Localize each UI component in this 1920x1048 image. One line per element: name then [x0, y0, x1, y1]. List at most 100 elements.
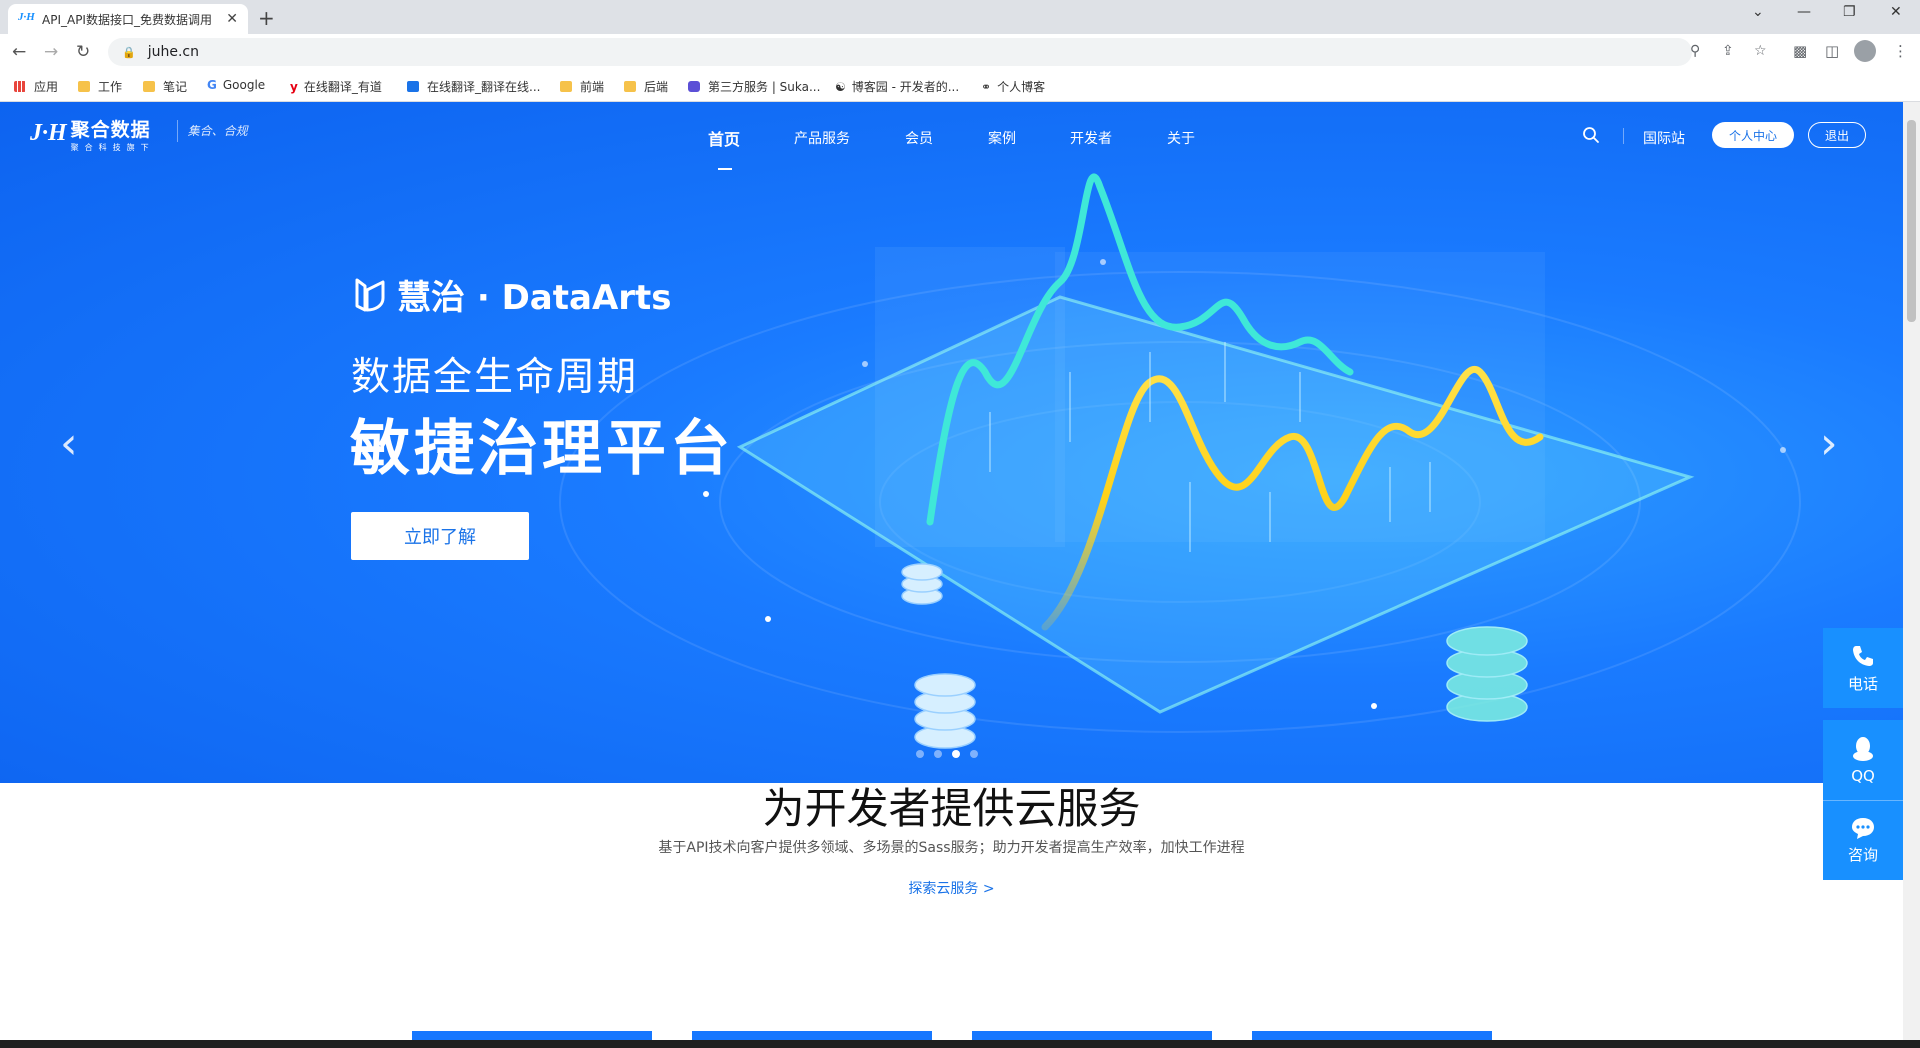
restore-button[interactable]: ❐: [1843, 4, 1856, 20]
explore-cloud-link[interactable]: 探索云服务 >: [0, 878, 1903, 898]
lock-icon[interactable]: 🔒: [122, 46, 136, 59]
share-icon[interactable]: ⇪: [1722, 43, 1734, 59]
bookmark-cnblogs[interactable]: ☯ 博客园 - 开发者的...: [835, 78, 959, 95]
carousel-next-icon[interactable]: ›: [1820, 418, 1838, 469]
browser-toolbar: ← → ↻ 🔒 juhe.cn ⚲ ⇪ ☆ ▩ ◫ ⋮: [0, 34, 1920, 70]
nav-active-indicator: [718, 168, 732, 170]
browser-tab[interactable]: J·H API_API数据接口_免费数据调用 ✕: [8, 4, 248, 34]
folder-icon: [78, 81, 90, 92]
nav-developers[interactable]: 开发者: [1070, 128, 1112, 148]
bookmark-translate[interactable]: 在线翻译_翻译在线...: [407, 78, 540, 95]
bookmarks-bar: 应用 工作 笔记 G Google y 在线翻译_有道 在线翻译_翻译在线...…: [0, 70, 1920, 102]
page-viewport: J·H 聚合数据 聚合科技旗下 集合、合规 首页 产品服务 会员 案例 开发者 …: [0, 102, 1920, 1040]
intl-site-link[interactable]: 国际站: [1643, 128, 1685, 148]
logo-name: 聚合数据: [70, 119, 151, 141]
side-panel-icon[interactable]: ◫: [1825, 42, 1839, 60]
tab-close-icon[interactable]: ✕: [226, 11, 238, 27]
os-taskbar: [0, 1040, 1920, 1048]
nav-cases[interactable]: 案例: [988, 128, 1016, 148]
site-header: J·H 聚合数据 聚合科技旗下 集合、合规 首页 产品服务 会员 案例 开发者 …: [0, 102, 1903, 170]
window-close-button[interactable]: ✕: [1890, 4, 1902, 20]
extensions-puzzle-icon[interactable]: ▩: [1793, 42, 1807, 60]
google-icon: G: [207, 78, 217, 92]
carousel-dot[interactable]: [952, 750, 960, 758]
bookmark-label: 笔记: [163, 80, 188, 94]
bookmark-label: 在线翻译_翻译在线...: [427, 80, 541, 94]
phone-icon: [1853, 645, 1873, 666]
bookmark-label: 后端: [644, 80, 669, 94]
nav-about[interactable]: 关于: [1167, 128, 1195, 148]
bookmark-label: 前端: [580, 80, 605, 94]
hero-illustration: [559, 173, 1801, 749]
apps-grid-icon: [14, 81, 26, 92]
hero-subtitle: 数据全生命周期: [351, 355, 639, 400]
nav-membership[interactable]: 会员: [905, 128, 933, 148]
site-logo[interactable]: J·H 聚合数据 聚合科技旗下 集合、合规: [30, 120, 248, 153]
float-phone[interactable]: 电话: [1823, 628, 1903, 708]
learn-more-button[interactable]: 立即了解: [351, 512, 529, 560]
bookmark-folder-backend[interactable]: 后端: [624, 78, 668, 95]
back-arrow-icon[interactable]: ←: [12, 42, 26, 62]
bookmark-label: 在线翻译_有道: [303, 80, 382, 94]
address-url: juhe.cn: [147, 44, 199, 60]
carousel-dot[interactable]: [916, 750, 924, 758]
logo-subtitle: 聚合科技旗下: [70, 143, 155, 152]
section-description: 基于API技术向客户提供多领域、多场景的Sass服务；助力开发者提高生产效率，加…: [658, 840, 1245, 856]
minimize-button[interactable]: —: [1797, 4, 1811, 20]
nav-products[interactable]: 产品服务: [794, 128, 850, 148]
bookmark-label: Google: [222, 78, 266, 92]
service-card[interactable]: [972, 1031, 1212, 1040]
bookmark-personal-blog[interactable]: ⚭ 个人博客: [981, 78, 1045, 95]
shield-icon: [688, 81, 700, 92]
user-center-button[interactable]: 个人中心: [1712, 122, 1794, 148]
carousel-prev-icon[interactable]: ‹: [60, 418, 78, 469]
bookmark-apps[interactable]: 应用: [14, 78, 58, 95]
dataarts-logo-icon: [355, 278, 385, 311]
hero-brand-text: 慧治 · DataArts: [397, 278, 672, 318]
bookmark-label: 博客园 - 开发者的...: [851, 80, 960, 94]
bookmark-label: 工作: [98, 80, 123, 94]
float-phone-label: 电话: [1847, 674, 1878, 693]
key-icon[interactable]: ⚲: [1690, 43, 1700, 59]
bookmark-star-icon[interactable]: ☆: [1754, 43, 1767, 59]
reload-icon[interactable]: ↻: [76, 42, 90, 62]
bookmark-folder-work[interactable]: 工作: [78, 78, 122, 95]
scrollbar-thumb[interactable]: [1907, 120, 1916, 322]
bookmark-label: 个人博客: [997, 80, 1046, 94]
bookmark-google[interactable]: G Google: [207, 78, 265, 92]
qq-penguin-icon: [1853, 737, 1873, 761]
logout-button[interactable]: 退出: [1808, 122, 1866, 148]
youdao-icon: y: [290, 79, 298, 94]
carousel-dots: [916, 750, 978, 758]
profile-avatar[interactable]: [1854, 40, 1876, 62]
bookmark-youdao[interactable]: y 在线翻译_有道: [290, 78, 382, 95]
bookmark-folder-notes[interactable]: 笔记: [143, 78, 187, 95]
bookmark-folder-frontend[interactable]: 前端: [560, 78, 604, 95]
browser-tab-strip: J·H API_API数据接口_免费数据调用 ✕ + ⌄ — ❐ ✕: [0, 0, 1920, 34]
new-tab-button[interactable]: +: [258, 6, 275, 30]
service-card[interactable]: [412, 1031, 652, 1040]
tab-title: API_API数据接口_免费数据调用: [42, 12, 212, 27]
hero-brand: 慧治 · DataArts: [353, 270, 672, 319]
browser-menu-icon[interactable]: ⋮: [1893, 42, 1908, 60]
logo-mark: J·H: [30, 120, 67, 146]
hero-banner: J·H 聚合数据 聚合科技旗下 集合、合规 首页 产品服务 会员 案例 开发者 …: [0, 102, 1903, 783]
address-bar[interactable]: 🔒 juhe.cn: [108, 38, 1692, 66]
link-icon: ⚭: [981, 79, 992, 94]
service-card[interactable]: [1252, 1031, 1492, 1040]
folder-icon: [560, 81, 572, 92]
carousel-dot[interactable]: [970, 750, 978, 758]
section-title: 为开发者提供云服务: [762, 784, 1141, 833]
nav-home[interactable]: 首页: [708, 126, 740, 150]
forward-arrow-icon[interactable]: →: [44, 42, 58, 62]
page-scrollbar[interactable]: [1903, 102, 1920, 1040]
bookmark-third-party[interactable]: 第三方服务 | Suka...: [688, 78, 820, 95]
tab-search-icon[interactable]: ⌄: [1752, 4, 1764, 20]
blog-icon: ☯: [835, 79, 846, 94]
carousel-dot[interactable]: [934, 750, 942, 758]
bookmark-label: 第三方服务 | Suka...: [708, 80, 821, 94]
hero-title: 敏捷治理平台: [350, 414, 734, 484]
service-card[interactable]: [692, 1031, 932, 1040]
search-icon[interactable]: [1582, 126, 1600, 144]
site-favicon-icon: J·H: [18, 11, 35, 23]
